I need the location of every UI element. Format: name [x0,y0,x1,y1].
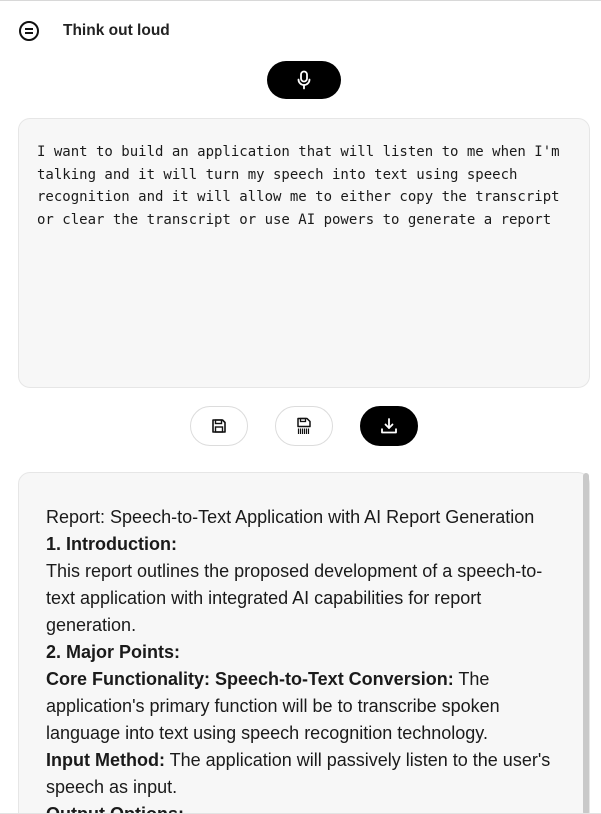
floppy-disk-barcode-icon [297,417,311,434]
download-icon [381,418,397,434]
app-header: Think out loud [19,21,170,41]
report-panel: Report: Speech-to-Text Application with … [18,472,590,814]
record-button[interactable] [267,61,341,99]
app-window: Think out loud I want to build an applic… [0,0,601,814]
action-toolbar [0,406,601,446]
report-scrollbar[interactable] [583,473,589,814]
report-point: Input Method: The application will passi… [46,750,551,797]
report-section-heading: 1. Introduction: [46,534,177,554]
save-report-button[interactable] [275,406,333,446]
hamburger-menu-icon[interactable] [19,21,39,41]
app-title: Think out loud [63,22,170,39]
download-button[interactable] [360,406,418,446]
floppy-disk-icon [212,419,226,433]
report-section-body: This report outlines the proposed develo… [46,561,543,635]
report-title: Report: Speech-to-Text Application with … [46,507,535,527]
save-button[interactable] [190,406,248,446]
report-section-heading: 2. Major Points: [46,642,181,662]
microphone-icon [297,70,311,90]
transcript-area[interactable]: I want to build an application that will… [18,118,590,388]
report-point: Core Functionality: Speech-to-Text Conve… [46,669,500,743]
